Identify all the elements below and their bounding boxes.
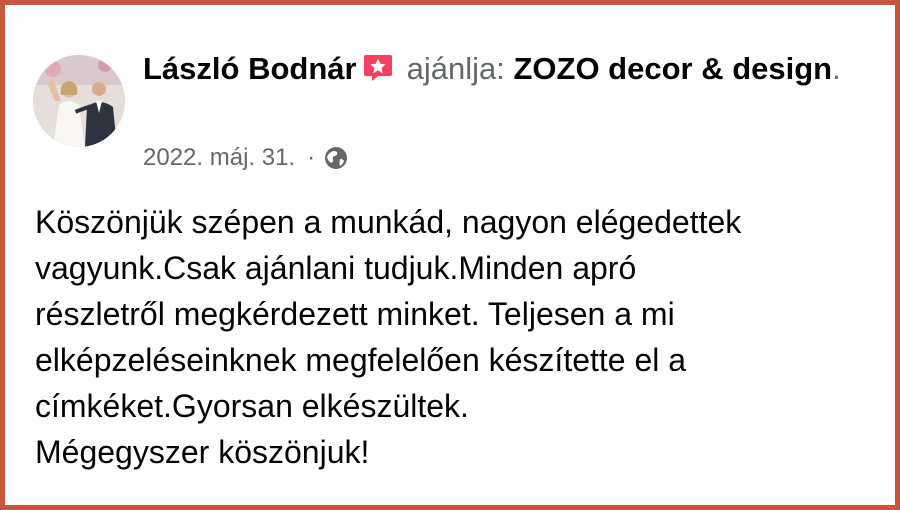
review-text: Köszönjük szépen a munkád, nagyon eléged… <box>35 204 742 470</box>
review-card: László Bodnár ajánlja: ZOZO decor & desig… <box>0 0 900 510</box>
post-header: László Bodnár ajánlja: ZOZO decor & desig… <box>143 49 863 89</box>
author-name[interactable]: László Bodnár <box>143 51 357 86</box>
avatar[interactable] <box>33 55 125 147</box>
page-name[interactable]: ZOZO decor & design <box>513 51 832 86</box>
recommend-star-icon <box>363 52 393 81</box>
meta-separator: · <box>307 144 316 171</box>
trailing-dot: . <box>832 51 841 86</box>
globe-icon[interactable] <box>323 145 349 171</box>
post-date[interactable]: 2022. máj. 31. <box>143 143 295 173</box>
avatar-photo <box>33 55 125 147</box>
post-meta: 2022. máj. 31. · <box>143 143 349 173</box>
recommends-label: ajánlja: <box>406 51 505 86</box>
